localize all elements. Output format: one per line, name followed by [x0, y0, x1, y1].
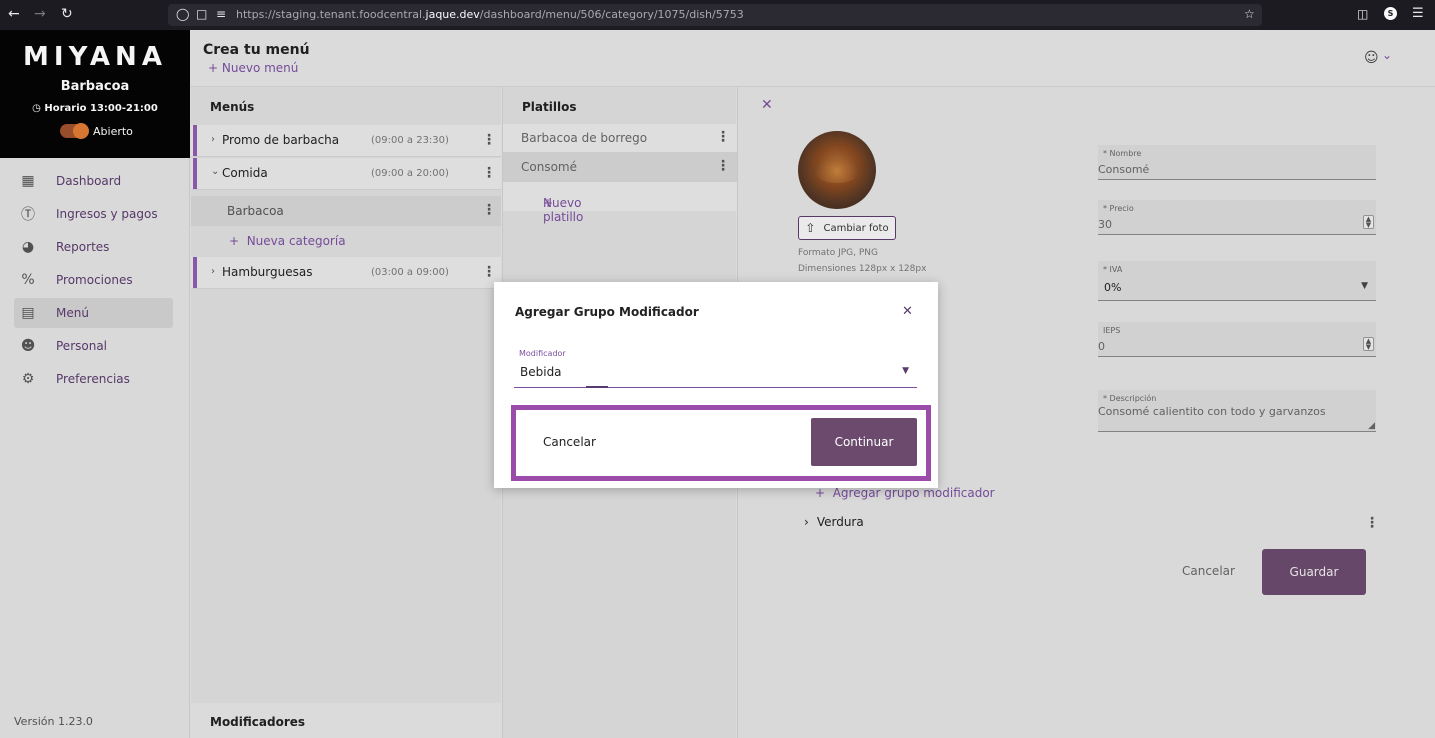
bookmark-star-icon[interactable]: ☆ — [1244, 7, 1255, 21]
dialog-cancel-button[interactable]: Cancelar — [543, 435, 596, 449]
shield-icon[interactable]: ◯ — [176, 7, 189, 21]
pocket-icon[interactable]: ◫ — [1357, 7, 1368, 21]
forward-icon[interactable]: → — [34, 6, 46, 22]
modifier-select-value: Bebida — [520, 365, 562, 379]
lock-icon[interactable]: □ — [196, 7, 207, 21]
back-icon[interactable]: ← — [8, 6, 20, 22]
caret-down-icon: ▼ — [902, 366, 909, 376]
dialog-title: Agregar Grupo Modificador — [515, 305, 699, 319]
profile-avatar[interactable]: S — [1384, 7, 1397, 20]
permissions-icon[interactable]: ≡ — [216, 7, 226, 21]
add-modifier-group-dialog: Agregar Grupo Modificador ✕ Modificador … — [494, 282, 938, 488]
modifier-select[interactable]: Modificador Bebida ▼ — [514, 344, 917, 388]
hamburger-menu-icon[interactable]: ☰ — [1412, 6, 1424, 21]
close-icon[interactable]: ✕ — [902, 304, 913, 319]
focus-indicator — [586, 386, 608, 388]
browser-toolbar: ← → ↻ ◯ □ ≡ https://staging.tenant.foodc… — [0, 0, 1435, 30]
url-text[interactable]: https://staging.tenant.foodcentral.jaque… — [236, 8, 744, 21]
modifier-select-label: Modificador — [519, 349, 566, 358]
dialog-continue-button[interactable]: Continuar — [811, 418, 917, 466]
address-bar[interactable]: ◯ □ ≡ https://staging.tenant.foodcentral… — [168, 4, 1262, 26]
reload-icon[interactable]: ↻ — [61, 6, 73, 22]
